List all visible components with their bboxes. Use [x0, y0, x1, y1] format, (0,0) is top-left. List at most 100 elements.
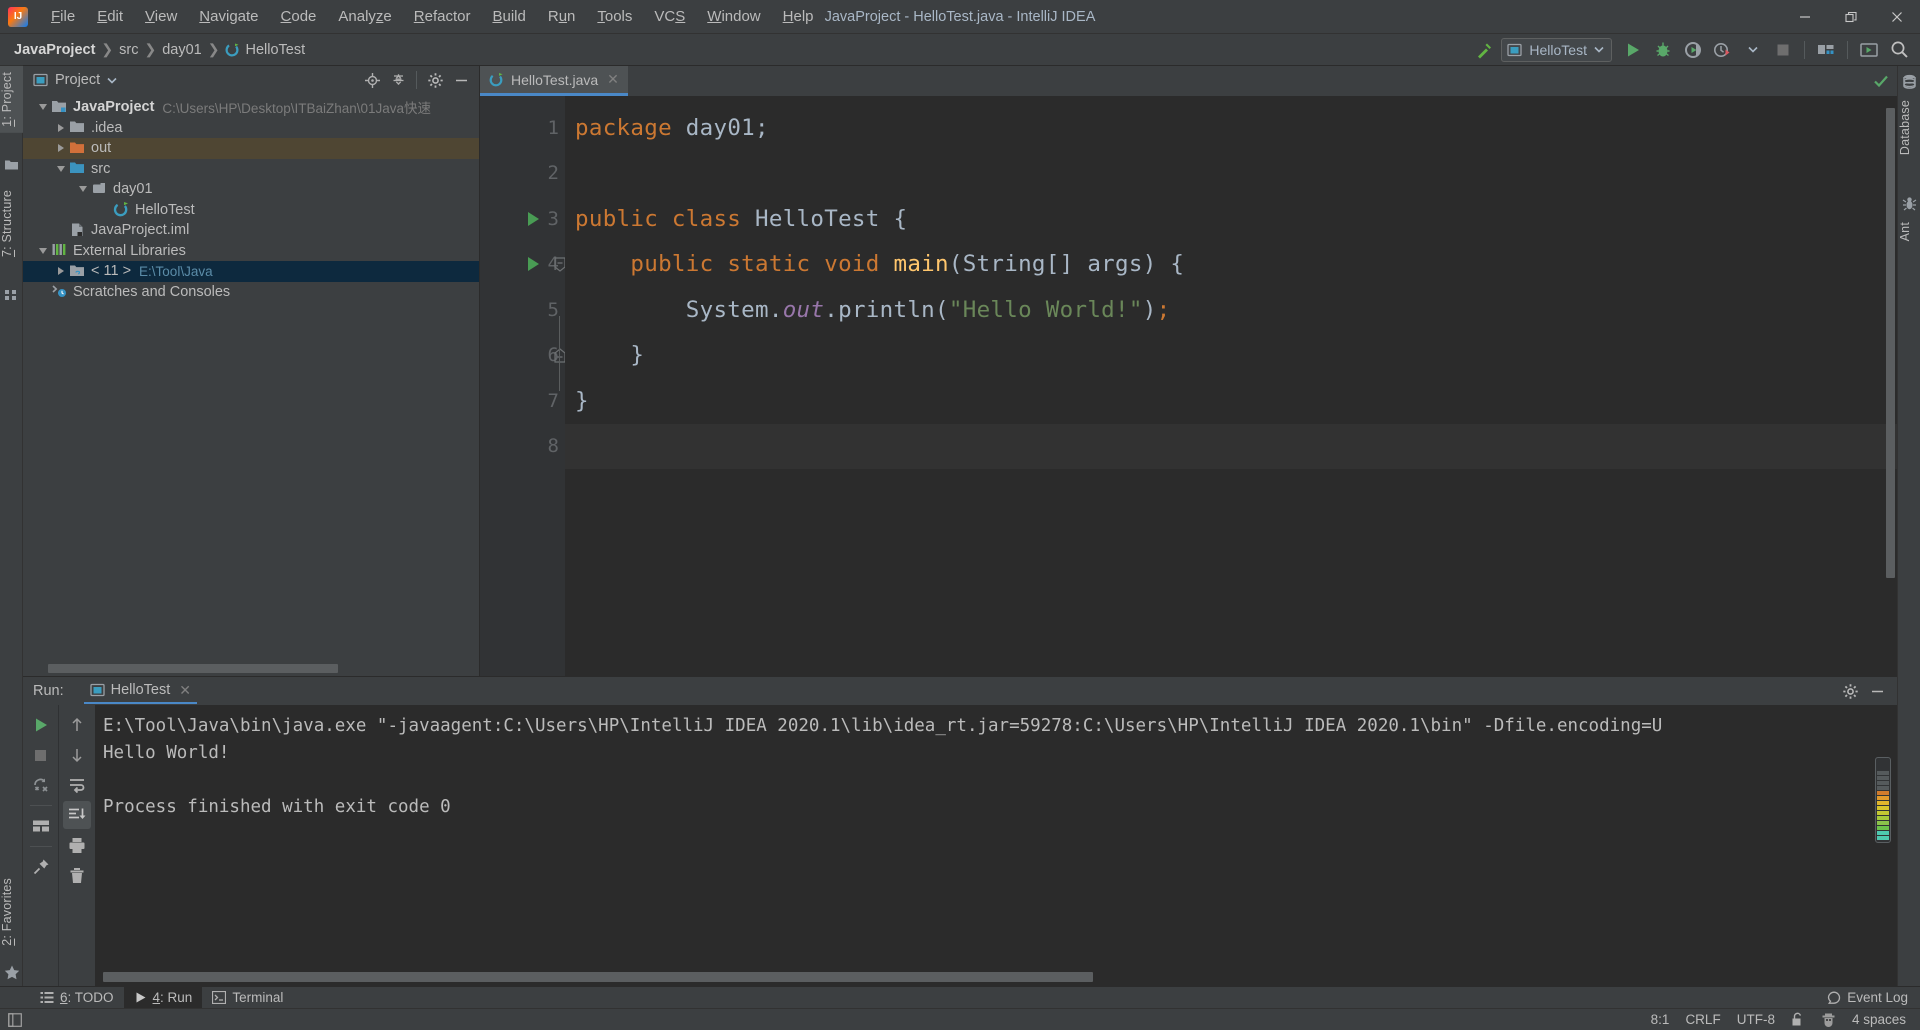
- run-configuration-selector[interactable]: HelloTest: [1501, 37, 1612, 62]
- profiler-dropdown-icon[interactable]: [1740, 38, 1766, 62]
- caret-position[interactable]: 8:1: [1651, 1012, 1670, 1027]
- hammer-icon[interactable]: [1471, 38, 1497, 62]
- debug-button[interactable]: [1650, 38, 1676, 62]
- expand-toggle[interactable]: [35, 97, 51, 117]
- memory-indicator[interactable]: [1875, 757, 1891, 843]
- menu-analyze[interactable]: Analyze: [327, 4, 402, 29]
- menu-window[interactable]: Window: [696, 4, 771, 29]
- tree-row-iml[interactable]: JavaProject.iml: [23, 220, 479, 241]
- show-tool-windows-icon[interactable]: [0, 1012, 23, 1027]
- stop-button[interactable]: [27, 741, 55, 769]
- expand-toggle[interactable]: [75, 179, 91, 199]
- run-method-gutter-icon[interactable]: [528, 257, 539, 272]
- maximize-button[interactable]: [1828, 0, 1874, 34]
- menu-file[interactable]: File: [40, 4, 86, 29]
- menu-edit[interactable]: Edit: [86, 4, 134, 29]
- hide-icon[interactable]: [449, 69, 473, 91]
- tree-row-idea[interactable]: .idea: [23, 118, 479, 139]
- arrow-up-icon[interactable]: [63, 711, 91, 739]
- expand-toggle[interactable]: [53, 138, 69, 158]
- project-tree-horizontal-scrollbar[interactable]: [48, 664, 338, 673]
- tree-row-jdk[interactable]: < 11 > E:\Tool\Java: [23, 261, 479, 282]
- tree-row-src[interactable]: src: [23, 159, 479, 180]
- scroll-to-end-icon[interactable]: [63, 801, 91, 829]
- run-class-gutter-icon[interactable]: [528, 211, 539, 226]
- editor-vertical-scrollbar[interactable]: [1886, 108, 1895, 578]
- sidebar-item-structure[interactable]: 7: Structure: [0, 184, 23, 263]
- line-number: 7: [547, 389, 559, 412]
- settings-gear-icon[interactable]: [1838, 680, 1862, 702]
- close-button[interactable]: [1874, 0, 1920, 34]
- pin-icon[interactable]: [27, 853, 55, 881]
- menu-tools[interactable]: Tools: [586, 4, 643, 29]
- sidebar-item-project[interactable]: 1: Project: [0, 66, 23, 133]
- rerun-button[interactable]: [27, 711, 55, 739]
- expand-toggle[interactable]: [35, 241, 51, 261]
- inspections-ok-icon[interactable]: [1873, 66, 1889, 96]
- editor-tab-hellotest[interactable]: HelloTest.java ✕: [480, 66, 628, 96]
- close-icon[interactable]: ✕: [179, 682, 191, 699]
- project-panel-title-group[interactable]: Project: [33, 72, 117, 88]
- menu-run[interactable]: Run: [537, 4, 587, 29]
- hide-icon[interactable]: [1865, 680, 1889, 702]
- sidebar-item-database[interactable]: Database: [1898, 94, 1920, 161]
- expand-toggle[interactable]: [53, 118, 69, 138]
- run-with-coverage-button[interactable]: [1680, 38, 1706, 62]
- tree-row-external-libraries[interactable]: External Libraries: [23, 241, 479, 262]
- layout-icon[interactable]: [27, 812, 55, 840]
- expand-toggle[interactable]: [53, 261, 69, 281]
- menu-code[interactable]: Code: [270, 4, 328, 29]
- locate-icon[interactable]: [360, 69, 384, 91]
- indent-setting[interactable]: 4 spaces: [1852, 1012, 1906, 1027]
- trash-icon[interactable]: [63, 861, 91, 889]
- tree-row-scratches[interactable]: Scratches and Consoles: [23, 282, 479, 303]
- print-icon[interactable]: [63, 831, 91, 859]
- menu-view[interactable]: View: [134, 4, 188, 29]
- project-tree[interactable]: JavaProject C:\Users\HP\Desktop\ITBaiZha…: [23, 94, 479, 676]
- tree-row-out[interactable]: out: [23, 138, 479, 159]
- expand-toggle[interactable]: [53, 159, 69, 179]
- search-everywhere-icon[interactable]: [1886, 38, 1912, 62]
- run-tab-hellotest[interactable]: HelloTest ✕: [83, 679, 198, 704]
- breadcrumb-item-project[interactable]: JavaProject: [10, 40, 99, 60]
- breadcrumb-item-src[interactable]: src: [115, 40, 142, 60]
- update-running-app-button[interactable]: [1856, 38, 1882, 62]
- soft-wrap-icon[interactable]: [63, 771, 91, 799]
- breadcrumb-item-hellotest[interactable]: HelloTest: [221, 40, 309, 60]
- console-output[interactable]: E:\Tool\Java\bin\java.exe "-javaagent:C:…: [95, 705, 1897, 986]
- collapse-all-icon[interactable]: [386, 69, 410, 91]
- rerun-failed-icon[interactable]: [27, 771, 55, 799]
- hector-icon[interactable]: [1821, 1012, 1836, 1027]
- tree-row-hellotest[interactable]: HelloTest: [23, 200, 479, 221]
- minimize-button[interactable]: [1782, 0, 1828, 34]
- unlocked-icon[interactable]: [1791, 1012, 1805, 1027]
- console-horizontal-scrollbar[interactable]: [103, 972, 1093, 982]
- menu-navigate[interactable]: Navigate: [188, 4, 269, 29]
- sidebar-item-favorites[interactable]: 2: Favorites: [0, 872, 23, 952]
- menu-vcs[interactable]: VCS: [643, 4, 696, 29]
- tool-button-todo[interactable]: 6: TODO: [30, 987, 124, 1009]
- event-log-button[interactable]: Event Log: [1827, 990, 1920, 1005]
- tool-button-terminal[interactable]: Terminal: [202, 987, 293, 1009]
- sidebar-item-ant[interactable]: Ant: [1898, 216, 1920, 247]
- code-editor[interactable]: 1 2 3 4 5 6 7 8 package day01; public cl…: [480, 96, 1897, 676]
- stop-button[interactable]: [1770, 38, 1796, 62]
- tool-button-run[interactable]: 4: Run: [123, 986, 203, 1009]
- project-structure-button[interactable]: [1813, 38, 1839, 62]
- code-text[interactable]: package day01; public class HelloTest { …: [565, 96, 1897, 676]
- tree-row-day01[interactable]: day01: [23, 179, 479, 200]
- line-separator[interactable]: CRLF: [1685, 1012, 1720, 1027]
- menu-build[interactable]: Build: [481, 4, 536, 29]
- tree-row-javaproject[interactable]: JavaProject C:\Users\HP\Desktop\ITBaiZha…: [23, 97, 479, 118]
- editor-gutter[interactable]: 1 2 3 4 5 6 7 8: [480, 96, 566, 676]
- arrow-down-icon[interactable]: [63, 741, 91, 769]
- menu-refactor[interactable]: Refactor: [403, 4, 482, 29]
- profiler-button[interactable]: [1710, 38, 1736, 62]
- close-icon[interactable]: ✕: [607, 71, 619, 88]
- settings-gear-icon[interactable]: [423, 69, 447, 91]
- breadcrumb-item-day01[interactable]: day01: [158, 40, 206, 60]
- file-encoding[interactable]: UTF-8: [1737, 1012, 1775, 1027]
- divider: [29, 846, 52, 847]
- run-button[interactable]: [1620, 38, 1646, 62]
- menu-help[interactable]: Help: [772, 4, 825, 29]
